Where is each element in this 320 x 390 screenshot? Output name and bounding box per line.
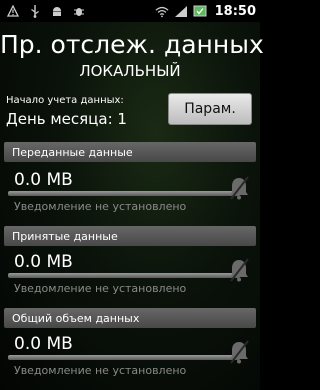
total-data-bar[interactable] (8, 355, 240, 360)
sent-data-bar[interactable] (8, 191, 240, 196)
usb-icon (28, 4, 42, 18)
data-tracker-screen: Пр. отслеж. данных ЛОКАЛЬНЫЙ Начало учет… (0, 22, 264, 390)
sent-data-notification: Уведомление не установлено (14, 200, 187, 213)
billing-start-label: Начало учета данных: (6, 95, 124, 106)
total-data-notification: Уведомление не установлено (14, 364, 187, 377)
alert-icon (6, 4, 20, 18)
bell-off-icon[interactable] (228, 175, 250, 201)
received-data-bar[interactable] (8, 273, 240, 278)
bell-off-icon[interactable] (228, 339, 250, 365)
android-icon (50, 4, 64, 18)
total-data-value: 0.0 MB (14, 334, 73, 354)
received-data-notification: Уведомление не установлено (14, 282, 187, 295)
wifi-icon (155, 4, 169, 18)
section-header-received: Принятые данные (4, 226, 256, 246)
status-bar: 18:50 (0, 0, 260, 22)
bug-icon (72, 4, 86, 18)
clock: 18:50 (214, 3, 256, 19)
sent-data-value: 0.0 MB (14, 170, 73, 190)
params-button[interactable]: Парам. (168, 93, 252, 125)
section-header-sent: Переданные данные (4, 142, 256, 162)
bell-off-icon[interactable] (228, 257, 250, 283)
billing-start-value: День месяца: 1 (6, 110, 127, 128)
page-title: Пр. отслеж. данных (0, 30, 264, 59)
battery-icon (193, 4, 207, 18)
signal-icon (174, 4, 188, 18)
received-data-value: 0.0 MB (14, 252, 73, 272)
section-header-total: Общий объем данных (4, 308, 256, 328)
page-subtitle: ЛОКАЛЬНЫЙ (79, 62, 181, 80)
